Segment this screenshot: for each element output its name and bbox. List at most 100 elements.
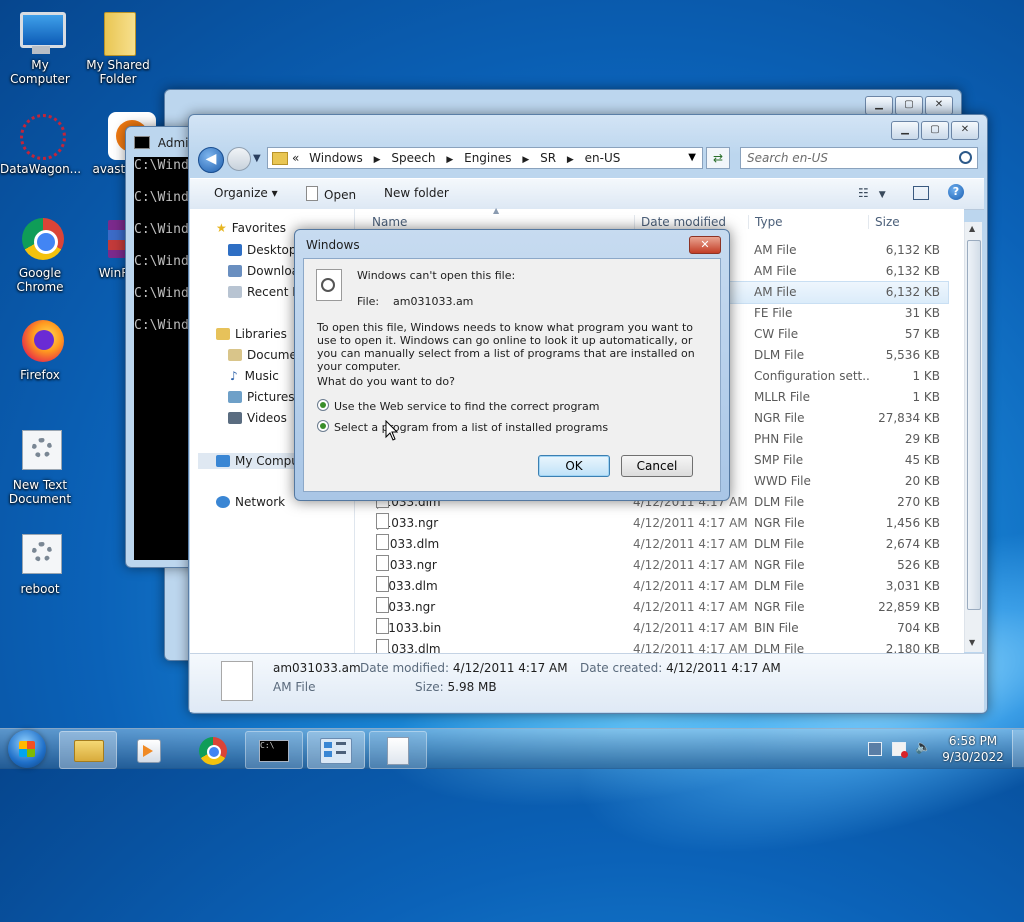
nav-pictures[interactable]: Pictures — [228, 390, 295, 404]
file-row[interactable]: p1033.ngr 4/12/2011 4:17 AM NGR File 1,456 … — [354, 513, 948, 534]
breadcrumb-en-us[interactable]: en-US — [585, 151, 621, 165]
file-size-cell: 22,859 KB — [878, 600, 940, 614]
file-list-scrollbar[interactable]: ▲ ▼ — [964, 222, 982, 652]
breadcrumb-sr[interactable]: SR — [540, 151, 556, 165]
breadcrumb-windows[interactable]: Windows — [309, 151, 363, 165]
minimize-icon[interactable]: ▁ — [891, 121, 919, 140]
document-icon — [387, 737, 409, 765]
maximize-icon[interactable]: ▢ — [921, 121, 949, 140]
file-row[interactable]: s1033.ngr 4/12/2011 4:17 AM NGR File 526 KB — [354, 555, 948, 576]
nav-videos[interactable]: Videos — [228, 411, 287, 425]
refresh-icon: ⇄ — [712, 151, 724, 165]
desktop-icon-google-chrome[interactable]: Google Chrome — [0, 216, 80, 294]
desktop-icon-reboot[interactable]: reboot — [0, 532, 80, 596]
desktop-icon-my-shared-folder[interactable]: My Shared Folder — [78, 8, 158, 86]
taskbar-cmd[interactable]: C:\ — [245, 731, 303, 769]
organize-button[interactable]: Organize ▾ — [214, 186, 278, 200]
show-desktop-button[interactable] — [1012, 730, 1024, 767]
file-size-cell: 2,674 KB — [885, 537, 940, 551]
close-icon[interactable]: ✕ — [951, 121, 979, 140]
back-button[interactable]: ◀ — [198, 147, 224, 173]
dialog-close-button[interactable]: ✕ — [689, 236, 721, 254]
column-header-date[interactable]: Date modified — [634, 215, 726, 229]
file-name-cell: s1033.dlm — [376, 534, 626, 555]
option-web-service-label: Use the Web service to find the correct … — [334, 400, 600, 413]
radio-installed-programs[interactable] — [317, 420, 329, 432]
taskbar-explorer[interactable] — [59, 731, 117, 769]
details-created: Date created: 4/12/2011 4:17 AM — [580, 661, 781, 675]
new-folder-button[interactable]: New folder — [384, 186, 449, 200]
desktop-icon-new-text-document[interactable]: New Text Document — [0, 428, 80, 506]
desktop-icon-my-computer[interactable]: My Computer — [0, 8, 80, 86]
breadcrumb-speech[interactable]: Speech — [391, 151, 435, 165]
explorer-caption-buttons: ▁ ▢ ✕ — [891, 121, 979, 140]
nav-documents[interactable]: Docume — [228, 348, 297, 362]
dialog-question: What do you want to do? — [317, 375, 455, 388]
file-row[interactable]: t1033.ngr 4/12/2011 4:17 AM NGR File 22,859… — [354, 597, 948, 618]
scroll-down-icon[interactable]: ▼ — [969, 638, 975, 647]
scrollbar-thumb[interactable] — [967, 240, 981, 610]
chevron-down-icon: ▼ — [253, 153, 261, 164]
taskbar-control-panel[interactable] — [307, 731, 365, 769]
scroll-up-icon[interactable]: ▲ — [969, 224, 975, 233]
column-header-type[interactable]: Type — [748, 215, 783, 229]
taskbar-chrome[interactable] — [184, 731, 242, 769]
nav-downloads[interactable]: Downloa — [228, 264, 299, 278]
file-type-cell: WWD File — [754, 474, 811, 488]
column-header-size[interactable]: Size — [868, 215, 900, 229]
file-date-cell: 4/12/2011 4:17 AM — [633, 621, 748, 635]
column-header-name[interactable]: Name — [372, 215, 407, 229]
clock-date: 9/30/2022 — [942, 750, 1004, 764]
open-with-dialog[interactable]: Windows ✕ Windows can't open this file: … — [294, 229, 730, 501]
nav-favorites[interactable]: ★ Favorites — [216, 221, 286, 235]
option-web-service[interactable]: Use the Web service to find the correct … — [317, 399, 599, 413]
option-installed-programs[interactable]: Select a program from a list of installe… — [317, 420, 608, 434]
desktop-icon-datawagon[interactable]: DataWagon... — [0, 112, 82, 176]
chevron-down-icon[interactable]: ▼ — [688, 152, 696, 163]
tray-action-center-icon[interactable] — [892, 742, 908, 758]
search-input[interactable]: Search en-US — [747, 151, 828, 165]
file-row[interactable]: s1033.dlm 4/12/2011 4:17 AM DLM File 2,674 … — [354, 534, 948, 555]
breadcrumb-engines[interactable]: Engines — [464, 151, 511, 165]
forward-button[interactable] — [227, 147, 251, 171]
file-size-cell: 31 KB — [904, 306, 940, 320]
start-button[interactable] — [8, 730, 46, 768]
tray-volume-icon[interactable]: 🔈 — [915, 740, 931, 755]
nav-music[interactable]: ♪ Music — [228, 369, 279, 383]
cmd-title-bar[interactable]: Admin — [134, 136, 196, 150]
minimize-icon[interactable]: ▁ — [865, 96, 893, 115]
close-icon[interactable]: ✕ — [925, 96, 953, 115]
recent-pages-button[interactable]: ▼ — [253, 153, 261, 164]
taskbar-media-player[interactable] — [120, 731, 178, 769]
search-box[interactable]: Search en-US — [740, 147, 978, 169]
open-button[interactable]: Open — [306, 186, 356, 202]
nav-libraries[interactable]: Libraries — [216, 327, 287, 341]
tray-network-icon[interactable] — [868, 742, 882, 756]
mouse-cursor-icon — [385, 420, 398, 441]
refresh-button[interactable]: ⇄ — [706, 147, 730, 169]
nav-network[interactable]: Network — [216, 495, 285, 509]
maximize-icon[interactable]: ▢ — [895, 96, 923, 115]
script-icon — [16, 532, 64, 580]
details-modified-label: Date modified: — [360, 661, 450, 675]
file-row[interactable]: tn1033.bin 4/12/2011 4:17 AM BIN File 704 K… — [354, 618, 948, 639]
file-icon — [376, 555, 389, 571]
nav-recent-places[interactable]: Recent P — [228, 285, 300, 299]
breadcrumb-overflow[interactable]: « — [292, 151, 299, 165]
tray-clock[interactable]: 6:58 PM 9/30/2022 — [940, 733, 1006, 765]
view-options-button[interactable]: ☷ ▼ — [858, 186, 886, 200]
file-row[interactable]: t1033.dlm 4/12/2011 4:17 AM DLM File 3,031 … — [354, 576, 948, 597]
radio-web-service[interactable] — [317, 399, 329, 411]
file-size-cell: 3,031 KB — [885, 579, 940, 593]
desktop-icon-firefox[interactable]: Firefox — [0, 318, 80, 382]
file-icon — [376, 597, 389, 613]
address-bar[interactable]: « Windows ▶ Speech ▶ Engines ▶ SR ▶ en-U… — [267, 147, 703, 169]
help-button[interactable]: ? — [948, 184, 964, 200]
nav-desktop[interactable]: Desktop — [228, 243, 297, 257]
ok-button[interactable]: OK — [538, 455, 610, 477]
preview-pane-button[interactable] — [913, 186, 929, 200]
taskbar-document[interactable] — [369, 731, 427, 769]
details-filetype: AM File — [273, 680, 316, 694]
desktop-icon-label: DataWagon... — [0, 162, 82, 176]
cancel-button[interactable]: Cancel — [621, 455, 693, 477]
